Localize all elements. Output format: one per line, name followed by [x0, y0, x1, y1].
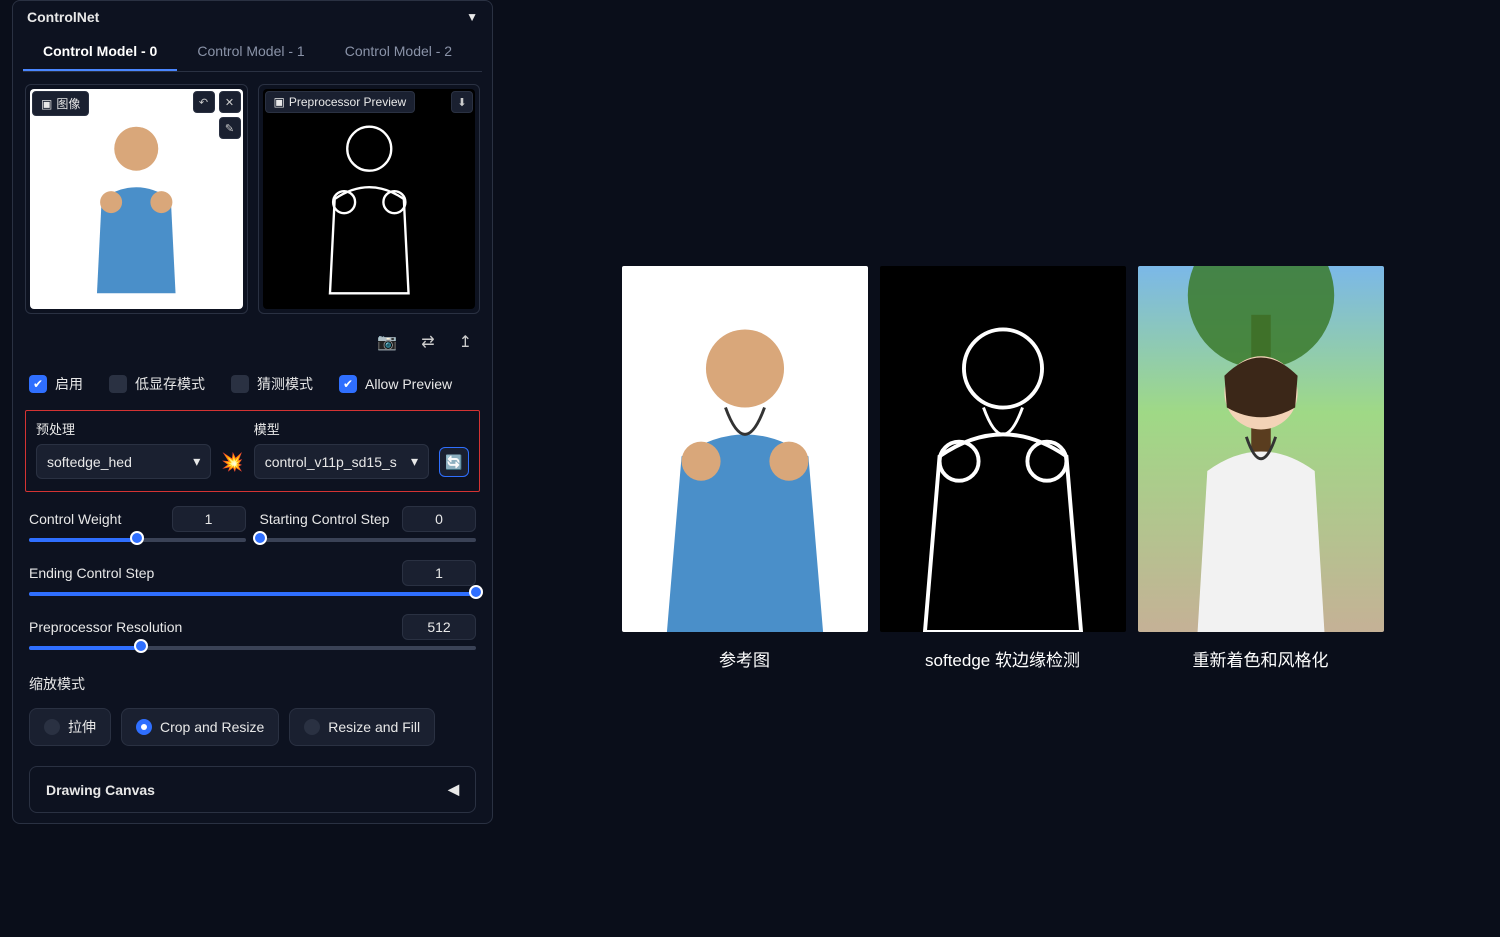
accordion-header[interactable]: ControlNet ▼ [13, 1, 492, 33]
image-icon: ▣ [41, 97, 52, 111]
chevron-down-icon: ▾ [411, 453, 418, 470]
tab-model-0[interactable]: Control Model - 0 [23, 33, 177, 71]
start-step-label: Starting Control Step [260, 511, 390, 527]
preview-label: ▣ Preprocessor Preview [265, 91, 416, 113]
panel-title: ControlNet [27, 9, 99, 25]
chevron-down-icon: ▾ [193, 453, 200, 470]
checkbox-enable[interactable]: ✔ 启用 [29, 374, 83, 394]
model-tabs: Control Model - 0 Control Model - 1 Cont… [23, 33, 482, 72]
controlnet-accordion: ControlNet ▼ Control Model - 0 Control M… [12, 0, 493, 824]
undo-icon[interactable]: ↶ [193, 91, 215, 113]
resolution-label: Preprocessor Resolution [29, 619, 182, 635]
end-step-label: Ending Control Step [29, 565, 154, 581]
send-icon[interactable]: ↥ [459, 332, 472, 352]
model-dropdown[interactable]: control_v11p_sd15_s ▾ [254, 444, 429, 479]
output-reference-label: 参考图 [719, 646, 770, 671]
drawing-canvas-accordion[interactable]: Drawing Canvas ◀ [29, 766, 476, 813]
output-edge-image [880, 266, 1126, 632]
control-weight-slider[interactable] [29, 538, 246, 542]
preprocessor-label: 预处理 [36, 419, 211, 438]
control-weight-value[interactable]: 1 [172, 506, 246, 532]
preprocessor-dropdown[interactable]: softedge_hed ▾ [36, 444, 211, 479]
download-icon[interactable]: ⬇ [451, 91, 473, 113]
preview-image [263, 89, 476, 309]
explosion-icon[interactable]: 💥 [221, 452, 243, 479]
resize-mode-label: 缩放模式 [29, 676, 85, 692]
output-area: 参考图 softedge 软边缘检测 [505, 0, 1500, 937]
radio-stretch[interactable]: 拉伸 [29, 708, 111, 746]
preview-image-card: ▣ Preprocessor Preview ⬇ [258, 84, 481, 314]
image-icon: ▣ [274, 95, 285, 109]
close-icon[interactable]: ✕ [219, 91, 241, 113]
output-edge-label: softedge 软边缘检测 [925, 646, 1080, 671]
control-weight-label: Control Weight [29, 511, 121, 527]
resolution-value[interactable]: 512 [402, 614, 476, 640]
tab-model-1[interactable]: Control Model - 1 [177, 33, 324, 71]
checkbox-lowvram[interactable]: 低显存模式 [109, 374, 205, 394]
output-reference-image [622, 266, 868, 632]
start-step-value[interactable]: 0 [402, 506, 476, 532]
check-icon: ✔ [29, 375, 47, 393]
radio-crop-resize[interactable]: Crop and Resize [121, 708, 279, 746]
checkbox-allow-preview[interactable]: ✔ Allow Preview [339, 374, 452, 394]
input-image-card[interactable]: ▣ 图像 ↶ ✕ ✎ [25, 84, 248, 314]
refresh-icon: 🔄 [445, 454, 462, 471]
image-label: ▣ 图像 [32, 91, 89, 116]
start-step-slider[interactable] [260, 538, 477, 542]
tab-model-2[interactable]: Control Model - 2 [325, 33, 472, 71]
output-generated-label: 重新着色和风格化 [1193, 646, 1329, 671]
expand-icon: ◀ [448, 781, 459, 798]
edge-figure [263, 89, 476, 309]
end-step-value[interactable]: 1 [402, 560, 476, 586]
swap-icon[interactable]: ⇄ [421, 332, 434, 352]
check-icon: ✔ [339, 375, 357, 393]
collapse-icon: ▼ [466, 10, 478, 24]
output-generated-image [1138, 266, 1384, 632]
camera-icon[interactable]: 📷 [377, 332, 397, 352]
preprocessor-model-box: 预处理 softedge_hed ▾ 💥 模型 control_v11p_sd1… [25, 410, 480, 492]
radio-resize-fill[interactable]: Resize and Fill [289, 708, 435, 746]
checkbox-guess[interactable]: 猜测模式 [231, 374, 313, 394]
edit-icon[interactable]: ✎ [219, 117, 241, 139]
refresh-button[interactable]: 🔄 [439, 447, 469, 477]
resolution-slider[interactable] [29, 646, 476, 650]
model-label: 模型 [254, 419, 429, 438]
end-step-slider[interactable] [29, 592, 476, 596]
